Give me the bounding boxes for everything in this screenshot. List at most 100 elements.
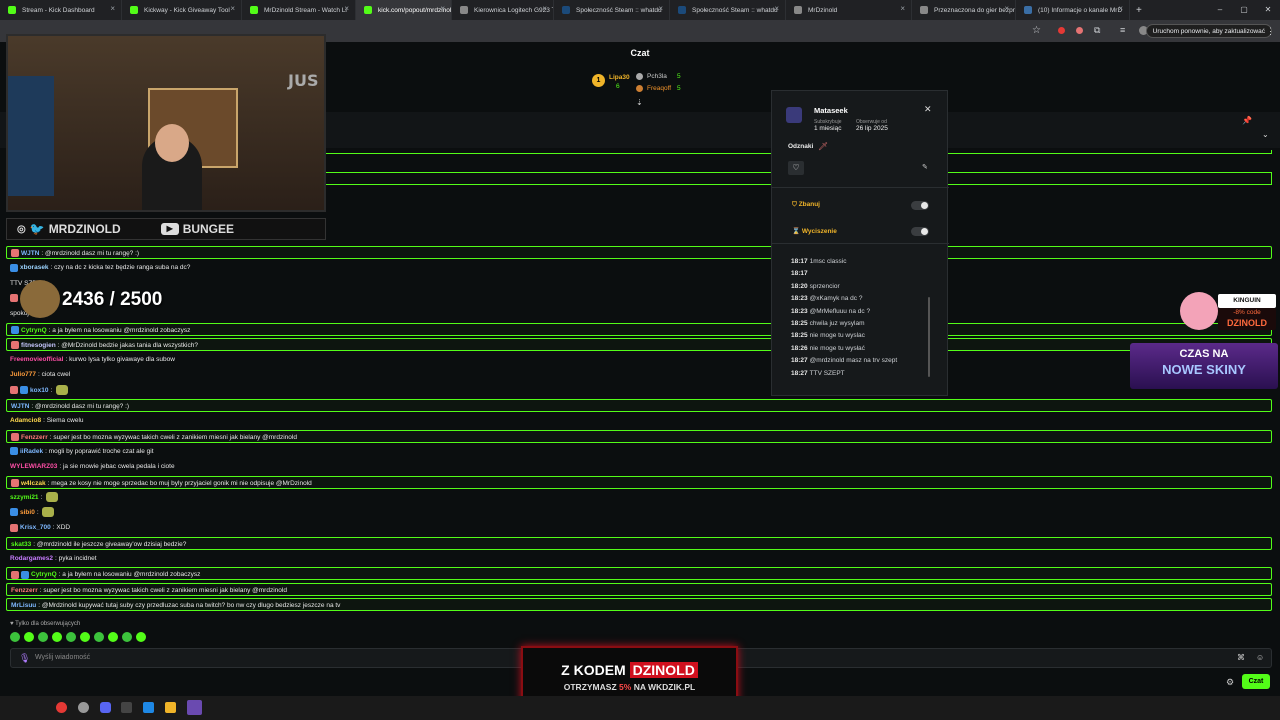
maximize-button[interactable]: ▢ (1232, 0, 1256, 20)
more-menu-icon[interactable]: ⋮ (1266, 26, 1275, 37)
chat-message[interactable]: spokoj tu jest (6, 307, 1272, 320)
history-scrollbar[interactable] (928, 297, 930, 377)
discord-taskbar-icon[interactable] (100, 702, 111, 713)
settings-gear-icon[interactable]: ⚙ (1226, 677, 1234, 688)
tab-close-icon[interactable]: × (658, 4, 663, 13)
chat-message[interactable]: WJTN: @mrdzinold dasz mi tu rangę? :) (6, 246, 1272, 259)
chat-username[interactable]: Fenzzerr (11, 587, 38, 594)
emote-icon[interactable] (52, 632, 62, 642)
tab-close-icon[interactable]: × (900, 4, 905, 13)
close-icon[interactable]: ✕ (924, 104, 932, 115)
minimize-button[interactable]: – (1208, 0, 1232, 20)
update-button[interactable]: Uruchom ponownie, aby zaktualizować (1145, 24, 1272, 38)
close-window-button[interactable]: ✕ (1256, 0, 1280, 20)
chat-username[interactable]: Julio777 (10, 371, 36, 378)
browser-tab[interactable]: (10) Informacje o kanale MrD × (1016, 0, 1130, 20)
browser-tab[interactable]: Kickway - Kick Giveaway Tool × (122, 0, 242, 20)
extension-icon[interactable] (1058, 27, 1065, 34)
emote-icon[interactable] (108, 632, 118, 642)
leader-name[interactable]: Pch3la (647, 73, 667, 80)
browser-tab[interactable]: Przeznaczona do gier bezprze × (912, 0, 1016, 20)
chat-message[interactable]: Krisx_700: XDD (6, 521, 1272, 534)
send-chat-button[interactable]: Czat (1242, 674, 1270, 689)
browser-tab[interactable]: MrDzinold × (786, 0, 912, 20)
emote-icon[interactable] (38, 632, 48, 642)
chat-message[interactable]: iiRadek: mogli by poprawić troche czat a… (6, 445, 1272, 458)
pin-icon[interactable]: ✎ (922, 163, 928, 171)
emote-icon[interactable] (24, 632, 34, 642)
chat-username[interactable]: skat33 (11, 541, 31, 548)
browser-tab[interactable]: Kierownica Logitech G923 TR × (452, 0, 554, 20)
chat-message[interactable]: Fenzzerr: super jest bo mozna wyzywac ta… (6, 582, 1272, 596)
chat-username[interactable]: WJTN (21, 250, 39, 257)
leader-name[interactable]: Freaqoff (647, 85, 671, 92)
app-taskbar-icon[interactable] (78, 702, 89, 713)
pin-icon[interactable]: 📌 (1242, 116, 1252, 125)
follow-heart-button[interactable]: ♡ (788, 161, 804, 175)
chat-username[interactable]: MrLisuu (11, 602, 36, 609)
chat-message[interactable]: MrLisuu: @Mrdzinold kupywać tutaj suby c… (6, 597, 1272, 611)
chat-username[interactable]: Freemovieofficial (10, 356, 63, 363)
chrome-taskbar-icon[interactable] (56, 702, 67, 713)
chat-username[interactable]: Fenzzerr (21, 434, 48, 441)
browser-tab[interactable]: Społeczność Steam :: whatdu × (554, 0, 670, 20)
chat-username[interactable]: w4lczak (21, 480, 46, 487)
chat-username[interactable]: kox10 (30, 387, 48, 394)
extension-icon[interactable] (1076, 27, 1083, 34)
tab-close-icon[interactable]: × (344, 4, 349, 13)
leader-name[interactable]: Lipa30 (609, 74, 630, 81)
emote-icon[interactable] (94, 632, 104, 642)
browser-tab[interactable]: MrDzinold Stream - Watch Li × (242, 0, 356, 20)
chat-message[interactable]: Julio777: ciota cwel (6, 368, 1272, 381)
chat-username[interactable]: fitnesogien (21, 342, 56, 349)
chat-username[interactable]: Adamcio8 (10, 417, 41, 424)
user-card-username[interactable]: Mataseek (814, 106, 848, 115)
command-icon[interactable]: ⌘ (1237, 653, 1245, 662)
ban-toggle[interactable] (911, 201, 929, 210)
active-app-taskbar-icon[interactable] (187, 700, 202, 715)
chat-message[interactable]: skat33: @mrdzinold ile jeszcze giveaway'… (6, 536, 1272, 550)
chat-message[interactable]: Freemovieofficial: kurwo lysa tylko giva… (6, 353, 1272, 366)
emote-icon[interactable] (122, 632, 132, 642)
terminal-taskbar-icon[interactable] (121, 702, 132, 713)
timeout-label[interactable]: ⌛ Wyciszenie (792, 227, 837, 235)
chat-message[interactable]: sibi0: (6, 506, 1272, 519)
chat-username[interactable]: xborasek (20, 264, 49, 271)
chat-username[interactable]: iiRadek (20, 448, 43, 455)
chat-input-placeholder[interactable]: Wyślij wiadomość (35, 654, 90, 661)
app-taskbar-icon[interactable] (143, 702, 154, 713)
chat-username[interactable]: WJTN (11, 403, 29, 410)
microphone-icon[interactable]: 🎙 (19, 653, 30, 664)
chat-message[interactable]: Fenzzerr: super jest bo mozna wyzywac ta… (6, 429, 1272, 443)
chat-message[interactable]: w4lczak: mega ze kosy nie moge sprzedac … (6, 475, 1272, 489)
bookmark-star-icon[interactable]: ☆ (1032, 25, 1041, 36)
tab-close-icon[interactable]: × (1118, 4, 1123, 13)
new-tab-button[interactable]: + (1136, 5, 1142, 16)
extensions-puzzle-icon[interactable]: ⧉ (1094, 25, 1100, 36)
emote-icon[interactable] (66, 632, 76, 642)
ban-label[interactable]: ⛉ Zbanuj (792, 201, 820, 209)
browser-tab[interactable]: kick.com/popout/mrdzinold/c × (356, 0, 452, 20)
tab-close-icon[interactable]: × (110, 4, 115, 13)
chat-message[interactable]: Adamcio8: Siema cwelu (6, 414, 1272, 427)
timeout-toggle[interactable] (911, 227, 929, 236)
emote-icon[interactable] (136, 632, 146, 642)
tab-close-icon[interactable]: × (542, 4, 547, 13)
chat-username[interactable]: WYLEWIARZ03 (10, 463, 57, 470)
chevron-down-icon[interactable]: ⌄ (1262, 130, 1269, 139)
chat-message[interactable]: WJTN: @mrdzinold dasz mi tu rangę? :) (6, 399, 1272, 412)
tab-close-icon[interactable]: × (230, 4, 235, 13)
chat-message[interactable]: Rodargames2: pyka incidnet (6, 552, 1272, 565)
chat-message[interactable] (6, 292, 1272, 305)
chat-username[interactable]: szzymi21 (10, 494, 39, 501)
tab-close-icon[interactable]: × (774, 4, 779, 13)
chat-message[interactable]: szzymi21: (6, 491, 1272, 504)
chat-username[interactable]: CytrynQ (21, 327, 47, 334)
chat-message[interactable]: kox10: (6, 384, 1272, 397)
folder-taskbar-icon[interactable] (165, 702, 176, 713)
chat-username[interactable]: Rodargames2 (10, 555, 53, 562)
chat-username[interactable]: CytrynQ (31, 571, 57, 578)
emote-icon[interactable] (10, 632, 20, 642)
expand-chevron-icon[interactable]: ⇣ (636, 98, 643, 107)
emote-icon[interactable] (80, 632, 90, 642)
